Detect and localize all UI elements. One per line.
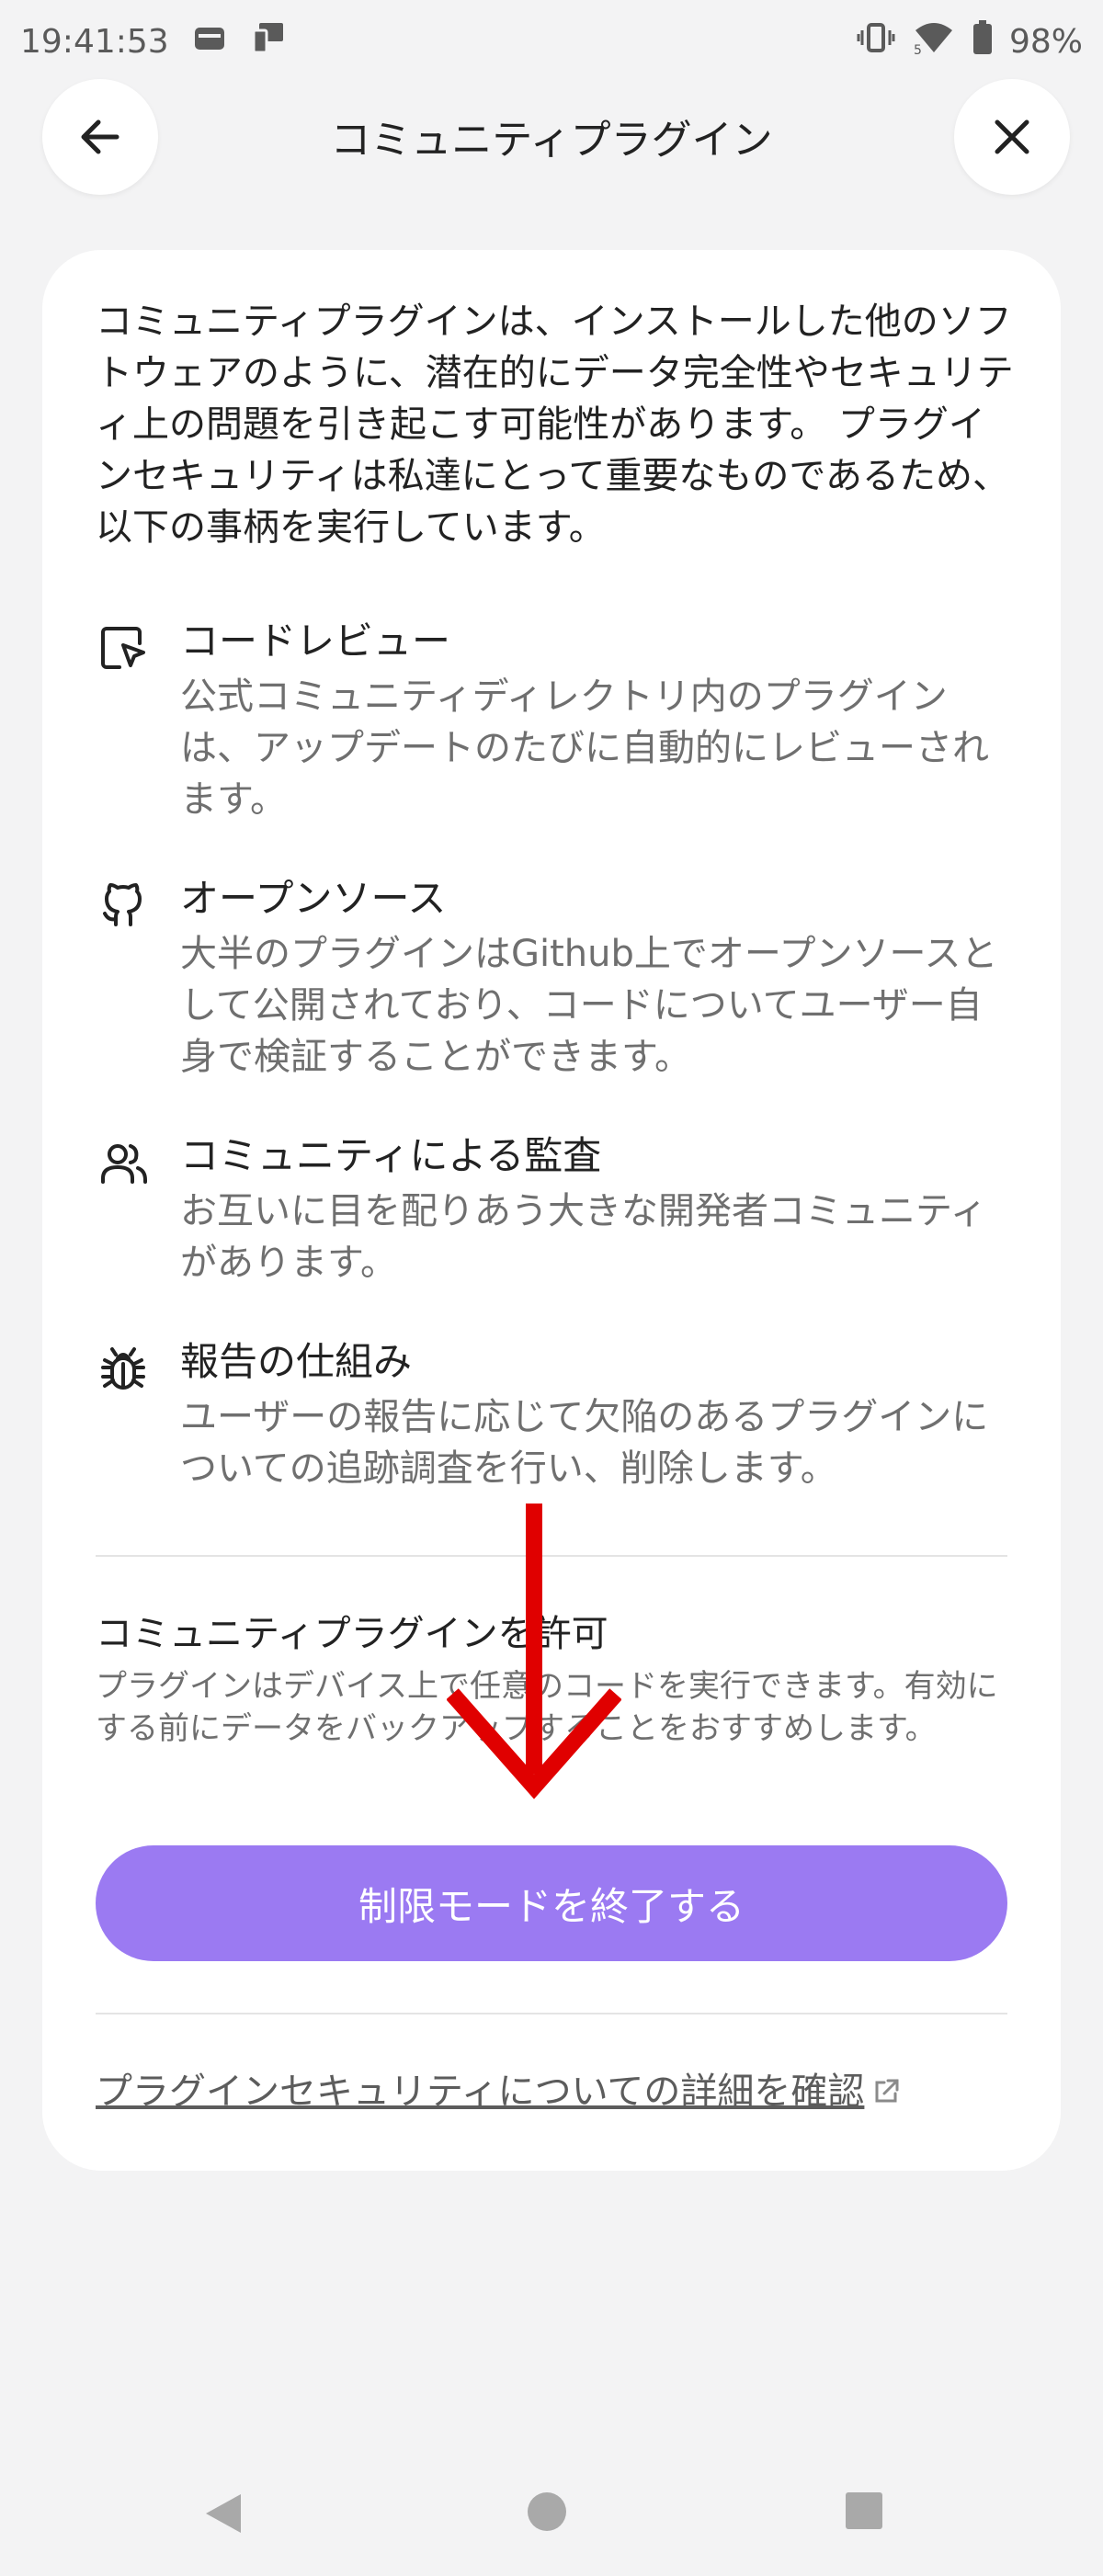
system-nav-bar bbox=[0, 2445, 1103, 2573]
back-button[interactable] bbox=[42, 79, 158, 195]
plugin-security-card: コミュニティプラグインは、インストールした他のソフトウェアのように、潜在的にデー… bbox=[42, 250, 1061, 2171]
screen: 19:41:53 5 98% コミュニティプラグイン コミュニティプラグインは、… bbox=[0, 0, 1103, 2576]
home-circle-icon[interactable] bbox=[526, 2491, 568, 2536]
close-icon bbox=[995, 119, 1029, 154]
learn-more-link[interactable]: プラグインセキュリティについての詳細を確認 bbox=[96, 2066, 903, 2117]
vibrate-icon bbox=[857, 21, 895, 62]
close-button[interactable] bbox=[954, 79, 1070, 195]
header: コミュニティプラグイン bbox=[0, 74, 1103, 202]
feature-title: 報告の仕組み bbox=[180, 1339, 413, 1384]
intro-text: コミュニティプラグインは、インストールした他のソフトウェアのように、潜在的にデー… bbox=[96, 301, 1014, 549]
status-bar: 19:41:53 5 98% bbox=[0, 0, 1103, 83]
feature-title: コードレビュー bbox=[180, 618, 451, 664]
github-icon bbox=[96, 879, 151, 934]
status-time: 19:41:53 bbox=[20, 22, 169, 61]
bug-icon bbox=[96, 1342, 151, 1397]
sim-card-icon bbox=[193, 23, 226, 61]
wifi-icon: 5 bbox=[912, 19, 956, 64]
code-review-icon bbox=[96, 621, 151, 676]
learn-more-label: プラグインセキュリティについての詳細を確認 bbox=[96, 2071, 865, 2113]
external-link-icon bbox=[875, 2079, 899, 2103]
feature-desc: ユーザーの報告に応じて欠陥のあるプラグインについての追跡調査を行い、削除します。 bbox=[180, 1396, 989, 1490]
feature-desc: お互いに目を配りあう大きな開発者コミュニティがあります。 bbox=[180, 1190, 987, 1284]
feature-title: オープンソース bbox=[180, 876, 447, 921]
battery-icon bbox=[972, 19, 993, 63]
cast-icon bbox=[250, 19, 287, 64]
feature-desc: 公式コミュニティディレクトリ内のプラグインは、アップデートのたびに自動的にレビュ… bbox=[180, 675, 989, 821]
arrow-left-icon bbox=[81, 119, 119, 154]
feature-title: コミュニティによる監査 bbox=[180, 1133, 602, 1178]
back-triangle-icon[interactable] bbox=[200, 2491, 246, 2540]
divider bbox=[96, 2013, 1007, 2014]
feature-desc: 大半のプラグインはGithub上でオープンソースとして公開されており、コードにつ… bbox=[180, 933, 998, 1078]
battery-percent: 98% bbox=[1008, 22, 1083, 61]
svg-text:5: 5 bbox=[914, 43, 922, 56]
recents-square-icon[interactable] bbox=[844, 2491, 884, 2535]
annotation-arrow bbox=[447, 1504, 621, 1799]
users-icon bbox=[96, 1136, 151, 1191]
page-title: コミュニティプラグイン bbox=[330, 117, 773, 164]
exit-restricted-mode-button[interactable]: 制限モードを終了する bbox=[96, 1845, 1007, 1961]
